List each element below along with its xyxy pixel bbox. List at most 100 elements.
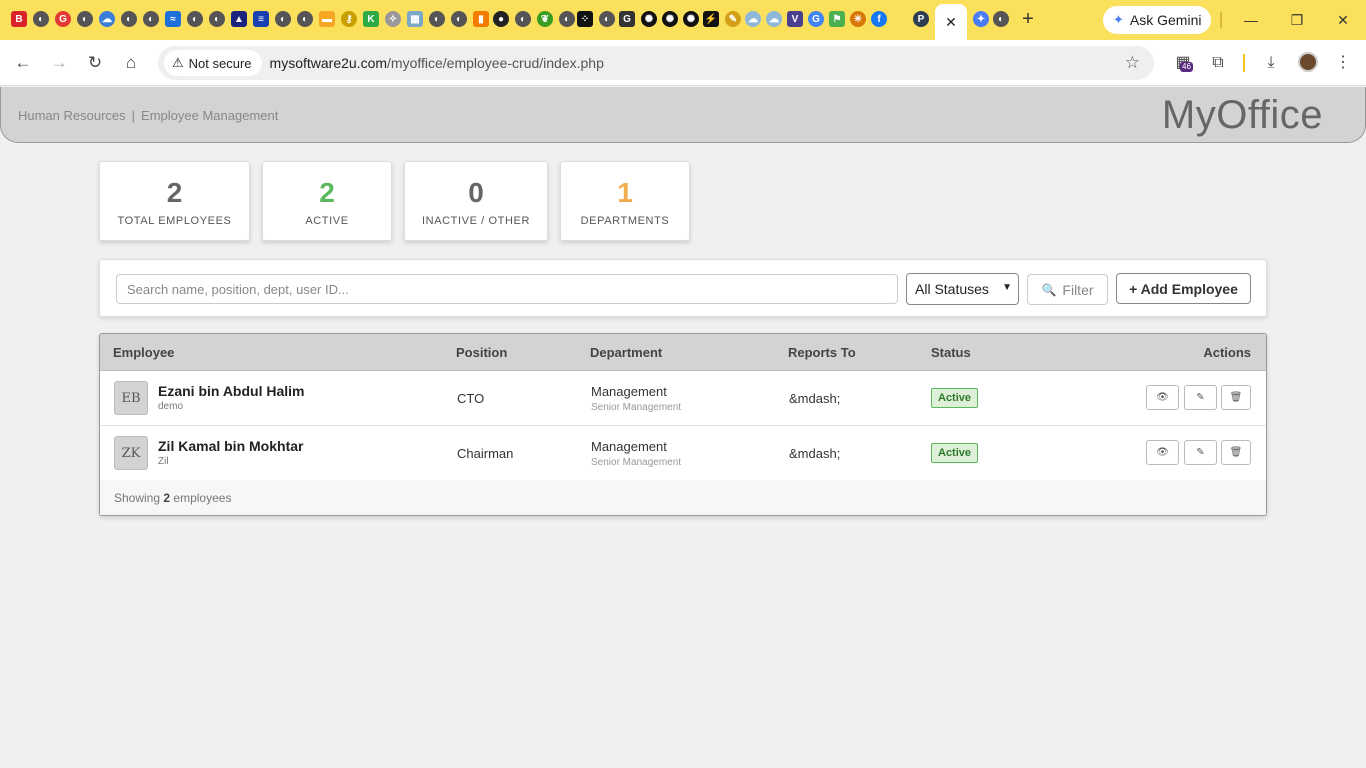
stat-card-inactive: 0 INACTIVE / OTHER — [404, 161, 548, 241]
tab-favicon-app[interactable]: ≈ — [165, 11, 181, 27]
tab-favicon-globe[interactable]: ◐ — [515, 11, 531, 27]
stat-value: 1 — [617, 177, 633, 208]
tab-favicon-b[interactable]: B — [11, 11, 27, 27]
security-label: Not secure — [188, 55, 252, 71]
profile-avatar[interactable] — [1298, 52, 1318, 72]
tab-favicon-cube[interactable]: ▦ — [407, 11, 423, 27]
home-icon[interactable]: ⌂ — [120, 52, 142, 74]
tab-favicon-globe[interactable]: ◐ — [559, 11, 575, 27]
edit-pencil-icon[interactable]: ✎ — [1184, 440, 1217, 465]
stat-label: TOTAL EMPLOYEES — [117, 215, 232, 227]
menu-kebab-icon[interactable]: ⋮ — [1332, 52, 1354, 74]
tab-favicon-gemini[interactable]: ✦ — [973, 11, 989, 27]
table-row[interactable]: EB Ezani bin Abdul Halim demo CTO Manage… — [100, 371, 1266, 426]
tab-favicon-globe[interactable]: ◐ — [451, 11, 467, 27]
status-badge: Active — [931, 443, 979, 463]
stat-card-departments: 1 DEPARTMENTS — [560, 161, 690, 241]
tab-favicon-globe[interactable]: ◐ — [429, 11, 445, 27]
tab-favicon-dice[interactable]: ⁘ — [577, 11, 593, 27]
tab-favicon-globe[interactable]: ◐ — [599, 11, 615, 27]
tab-favicon-leaf[interactable]: ❦ — [537, 11, 553, 27]
tab-favicon-cloud[interactable]: ☁ — [745, 11, 761, 27]
tab-favicon-openai[interactable]: ✺ — [683, 11, 699, 27]
tab-favicon-globe[interactable]: ◐ — [297, 11, 313, 27]
back-arrow-icon[interactable]: ← — [12, 52, 34, 74]
tab-favicon-globe[interactable]: ◐ — [33, 11, 49, 27]
add-employee-button[interactable]: + Add Employee — [1116, 273, 1251, 304]
tab-favicon-openai[interactable]: ✺ — [641, 11, 657, 27]
tab-favicon-chart[interactable]: ▮ — [473, 11, 489, 27]
tab-favicon-g-dark[interactable]: G — [619, 11, 635, 27]
tab-favicon-globe[interactable]: ◐ — [187, 11, 203, 27]
browser-toolbar: ← → ↻ ⌂ ⚠ Not secure mysoftware2u.com/my… — [0, 40, 1366, 86]
tab-favicon-cloud[interactable]: ☁ — [99, 11, 115, 27]
tab-favicon-globe[interactable]: ◐ — [993, 11, 1009, 27]
breadcrumb-page: Employee Management — [141, 108, 279, 123]
tab-favicon-p[interactable]: P — [913, 11, 929, 27]
tab-favicon-facebook[interactable]: f — [871, 11, 887, 27]
tab-favicon-globe[interactable]: ◐ — [121, 11, 137, 27]
breadcrumb-separator: | — [131, 108, 136, 123]
delete-trash-icon[interactable]: 🗑 — [1221, 440, 1251, 465]
search-input[interactable] — [116, 274, 898, 304]
security-chip[interactable]: ⚠ Not secure — [164, 50, 262, 76]
window-close-icon[interactable]: ✕ — [1333, 10, 1353, 30]
status-select[interactable]: All Statuses ▼ — [906, 273, 1019, 305]
tab-favicon-github[interactable]: ● — [493, 11, 509, 27]
bookmark-star-icon[interactable]: ☆ — [1125, 53, 1140, 73]
forward-arrow-icon[interactable]: → — [48, 52, 70, 74]
filter-button[interactable]: 🔍 Filter — [1027, 274, 1108, 305]
tab-favicon-google[interactable]: G — [808, 11, 824, 27]
tab-favicon-globe[interactable]: ◐ — [77, 11, 93, 27]
window-restore-icon[interactable]: ❐ — [1287, 10, 1307, 30]
employee-position: Chairman — [457, 446, 514, 461]
stat-value: 2 — [319, 177, 335, 208]
view-eye-icon[interactable]: 👁 — [1146, 385, 1179, 410]
tab-favicon-folder[interactable]: ▬ — [319, 11, 335, 27]
window-minimize-icon[interactable]: — — [1241, 10, 1261, 30]
tab-favicon-compass[interactable]: ✧ — [385, 11, 401, 27]
tab-favicon-cloud[interactable]: ☁ — [766, 11, 782, 27]
delete-trash-icon[interactable]: 🗑 — [1221, 385, 1251, 410]
tab-favicon-claude[interactable]: ✳ — [850, 11, 866, 27]
column-header-position: Position — [456, 345, 508, 360]
tab-favicon-g-red[interactable]: G — [55, 11, 71, 27]
tab-favicon-globe[interactable]: ◐ — [143, 11, 159, 27]
new-tab-button[interactable]: + — [1018, 9, 1038, 29]
table-row[interactable]: ZK Zil Kamal bin Mokhtar Zil Chairman Ma… — [100, 426, 1266, 481]
breadcrumb-section[interactable]: Human Resources — [18, 108, 126, 123]
tab-favicon-triangle[interactable]: ▲ — [231, 11, 247, 27]
reload-icon[interactable]: ↻ — [84, 52, 106, 74]
address-bar[interactable]: ⚠ Not secure mysoftware2u.com/myoffice/e… — [158, 46, 1154, 80]
download-icon[interactable]: ⤓ — [1260, 52, 1282, 74]
tab-favicon-v[interactable]: V — [787, 11, 803, 27]
ask-gemini-button[interactable]: ✦ Ask Gemini — [1103, 6, 1211, 34]
avatar: ZK — [114, 436, 148, 470]
stat-label: DEPARTMENTS — [580, 215, 670, 227]
extensions-puzzle-icon[interactable]: ⧉ — [1207, 52, 1229, 74]
tab-favicon-flag[interactable]: ⚑ — [829, 11, 845, 27]
employee-department-sub: Senior Management — [591, 457, 682, 468]
edit-pencil-icon[interactable]: ✎ — [1184, 385, 1217, 410]
tab-favicon-globe[interactable]: ◐ — [209, 11, 225, 27]
tab-close-icon[interactable]: ✕ — [945, 14, 957, 31]
column-header-status: Status — [931, 345, 971, 360]
tab-active[interactable]: ✕ — [935, 4, 967, 40]
url-text[interactable]: mysoftware2u.com/myoffice/employee-crud/… — [270, 55, 604, 71]
tab-favicon-key[interactable]: ⚷ — [341, 11, 357, 27]
tab-favicon-app[interactable]: ⚡ — [703, 11, 719, 27]
stat-card-active: 2 ACTIVE — [262, 161, 392, 241]
record-count-suffix: employees — [173, 491, 232, 505]
tab-favicon-app[interactable]: K — [363, 11, 379, 27]
ask-gemini-label: Ask Gemini — [1129, 12, 1202, 28]
employee-name: Ezani bin Abdul Halim — [158, 383, 305, 399]
status-badge: Active — [931, 388, 979, 408]
employee-user-id: demo — [158, 401, 184, 412]
tab-favicon-app[interactable]: ≡ — [253, 11, 269, 27]
view-eye-icon[interactable]: 👁 — [1146, 440, 1179, 465]
tab-favicon-openai[interactable]: ✺ — [662, 11, 678, 27]
tab-favicon-pen[interactable]: ✎ — [725, 11, 741, 27]
extension-translate-icon[interactable]: ▦ 46 — [1172, 52, 1194, 74]
tab-favicon-globe[interactable]: ◐ — [275, 11, 291, 27]
brand-logo: MyOffice — [1161, 93, 1323, 137]
